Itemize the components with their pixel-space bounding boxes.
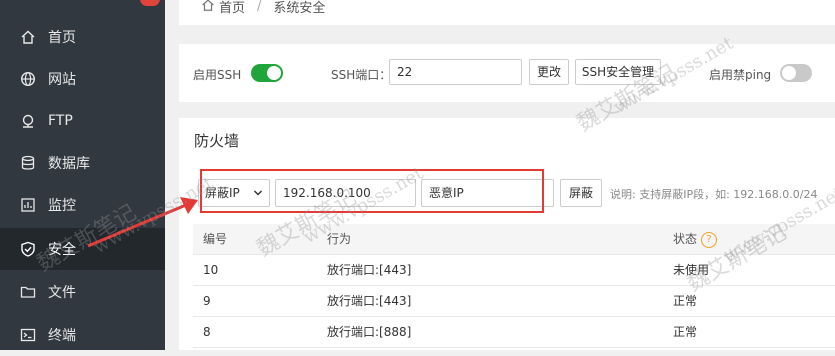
ssh-port-input[interactable]: 22 bbox=[389, 59, 522, 85]
sidebar-item-ftp[interactable]: FTP bbox=[0, 100, 165, 142]
sidebar-item-label: 文件 bbox=[48, 285, 76, 301]
ping-label: 启用禁ping bbox=[709, 68, 772, 82]
row-id: 10 bbox=[203, 263, 219, 277]
row-id: 9 bbox=[203, 294, 211, 308]
ftp-icon bbox=[20, 113, 36, 129]
home-icon[interactable] bbox=[201, 0, 215, 16]
notification-badge bbox=[140, 0, 160, 6]
breadcrumb: 首页 / 系统安全 bbox=[201, 0, 325, 16]
breadcrumb-bar: 首页 / 系统安全 bbox=[179, 0, 835, 25]
sidebar-item-home[interactable]: 首页 bbox=[0, 16, 165, 58]
sidebar-item-files[interactable]: 文件 bbox=[0, 271, 165, 313]
row-action: 放行端口:[443] bbox=[327, 294, 412, 308]
ssh-toggle[interactable] bbox=[251, 64, 283, 82]
sidebar-item-label: 终端 bbox=[48, 328, 76, 344]
breadcrumb-home[interactable]: 首页 bbox=[219, 0, 245, 16]
sidebar-item-label: FTP bbox=[48, 113, 73, 129]
firewall-title: 防火墙 bbox=[194, 132, 240, 150]
breadcrumb-current: 系统安全 bbox=[273, 1, 326, 16]
sidebar-item-database[interactable]: 数据库 bbox=[0, 142, 165, 184]
breadcrumb-separator: / bbox=[257, 0, 262, 14]
block-button[interactable]: 屏蔽 bbox=[560, 179, 602, 207]
sidebar-item-label: 网站 bbox=[48, 72, 76, 88]
row-status: 正常 bbox=[673, 325, 698, 339]
sidebar-item-website[interactable]: 网站 bbox=[0, 58, 165, 100]
column-header-status: 状态? bbox=[673, 224, 718, 255]
globe-icon bbox=[20, 71, 36, 87]
row-action: 放行端口:[888] bbox=[327, 325, 412, 339]
folder-icon bbox=[20, 284, 36, 300]
row-action: 放行端口:[443] bbox=[327, 263, 412, 277]
firewall-hint: 说明: 支持屏蔽IP段，如: 192.168.0.0/24 bbox=[610, 188, 818, 201]
change-port-button[interactable]: 更改 bbox=[529, 59, 569, 85]
sidebar: 首页 网站 FTP 数据库 监控 安全 文件 终端 bbox=[0, 0, 165, 350]
row-id: 8 bbox=[203, 325, 211, 339]
table-row[interactable]: 8 放行端口:[888] 正常 bbox=[193, 317, 835, 348]
table-row[interactable]: 9 放行端口:[443] 正常 bbox=[193, 286, 835, 317]
help-icon[interactable]: ? bbox=[701, 231, 718, 248]
sidebar-item-label: 首页 bbox=[48, 30, 76, 46]
sidebar-item-label: 监控 bbox=[48, 198, 76, 214]
monitor-icon bbox=[20, 197, 36, 213]
ssh-enable-label: 启用SSH bbox=[193, 68, 242, 82]
sidebar-item-label: 数据库 bbox=[48, 156, 90, 172]
column-header-id: 编号 bbox=[203, 232, 228, 246]
ssh-port-label: SSH端口： bbox=[331, 68, 392, 82]
ping-toggle[interactable] bbox=[780, 64, 812, 82]
status-header-label: 状态 bbox=[673, 232, 698, 246]
home-icon bbox=[20, 29, 36, 45]
terminal-icon bbox=[20, 327, 36, 343]
database-icon bbox=[20, 155, 36, 171]
